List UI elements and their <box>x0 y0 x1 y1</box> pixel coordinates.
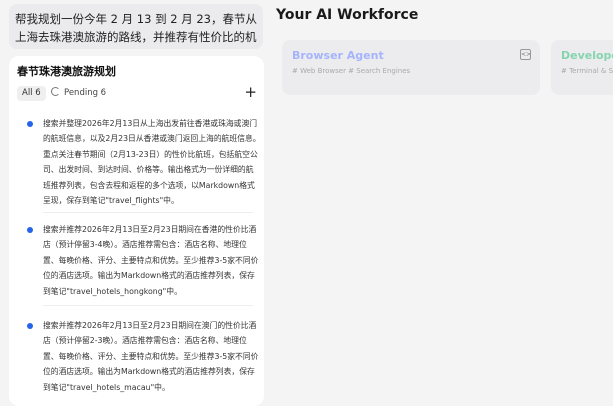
filter-all-tab[interactable]: All 6 <box>17 86 46 101</box>
task-status-dot-icon <box>27 121 33 127</box>
task-text: 搜索并整理2026年2月13日从上海出发前往香港或珠海或澳门的航班信息，以及2月… <box>43 119 261 206</box>
add-task-icon[interactable]: + <box>244 83 257 101</box>
user-prompt-text: 帮我规划一份今年 2 月 13 到 2 月 23，春节从上海去珠港澳旅游的路线，… <box>15 12 257 49</box>
agent-card-developer[interactable]: Developer Agent # Terminal & Shell <box>551 40 613 95</box>
task-plan-card: 春节珠港澳旅游规划 All 6 Pending 6 + 搜索并整理2026年2月… <box>9 56 264 406</box>
agent-tags: # Web Browser # Search Engines <box>292 67 411 75</box>
task-status-dot-icon <box>27 227 33 233</box>
filter-pending-tab[interactable]: Pending 6 <box>51 86 106 101</box>
agent-name: Browser Agent <box>292 49 384 62</box>
task-text: 搜索并推荐2026年2月13日至2月23日期间在澳门的性价比酒店（预计停留2-3… <box>43 321 259 392</box>
agent-tags: # Terminal & Shell <box>561 67 613 75</box>
filter-pending-label: Pending 6 <box>64 88 107 98</box>
plan-title: 春节珠港澳旅游规划 <box>17 65 116 78</box>
task-divider <box>43 305 253 306</box>
task-filter-bar: All 6 Pending 6 + <box>17 83 257 102</box>
task-text: 搜索并推荐2026年2月13日至2月23日期间在香港的性价比酒店（预计停留3-4… <box>43 225 259 296</box>
task-divider <box>43 212 253 213</box>
pending-spinner-icon <box>51 87 60 96</box>
page-title: Your AI Workforce <box>276 7 419 23</box>
user-prompt-bubble: 帮我规划一份今年 2 月 13 到 2 月 23，春节从上海去珠港澳旅游的路线，… <box>9 4 263 49</box>
task-status-dot-icon <box>27 323 33 329</box>
code-icon[interactable]: <> <box>520 49 531 60</box>
agent-card-browser[interactable]: Browser Agent # Web Browser # Search Eng… <box>282 40 540 95</box>
agent-name: Developer Agent <box>561 49 613 62</box>
chat-panel: 帮我规划一份今年 2 月 13 到 2 月 23，春节从上海去珠港澳旅游的路线，… <box>0 0 272 406</box>
